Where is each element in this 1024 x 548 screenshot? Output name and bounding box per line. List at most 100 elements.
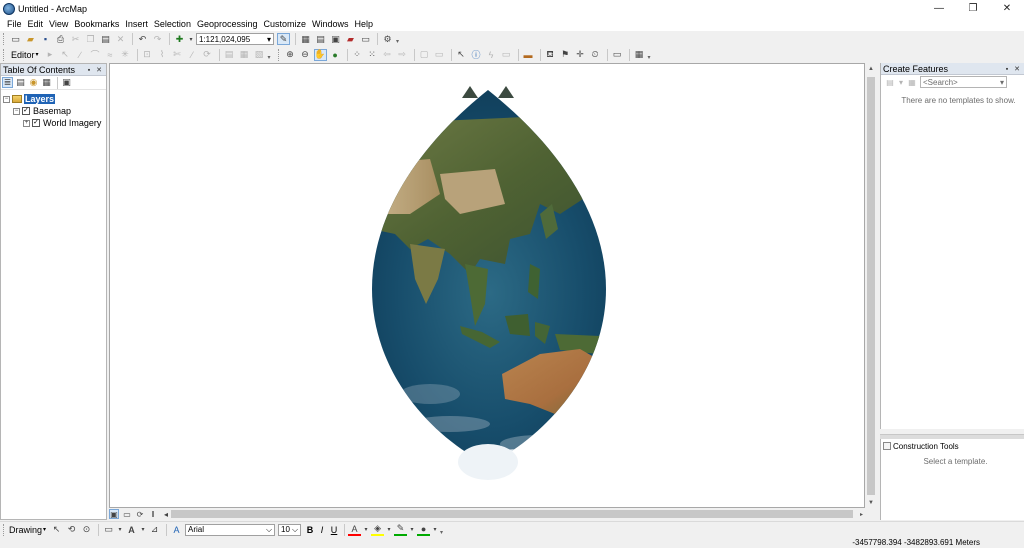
fixed-zoom-in-icon[interactable]: ⁘ bbox=[351, 49, 364, 61]
text-tool-icon[interactable]: A bbox=[125, 524, 138, 536]
horizontal-scroll-thumb[interactable] bbox=[171, 510, 853, 518]
menu-selection[interactable]: Selection bbox=[151, 17, 194, 31]
search-window-icon[interactable]: ▣ bbox=[329, 33, 342, 45]
rotate-icon[interactable]: ⟳ bbox=[201, 49, 214, 61]
modelbuilder-icon[interactable]: ⚙ bbox=[381, 33, 394, 45]
split-icon[interactable]: ⁄ bbox=[186, 49, 199, 61]
scroll-up-icon[interactable]: ▲ bbox=[865, 63, 877, 75]
copy-icon[interactable]: ❐ bbox=[84, 33, 97, 45]
time-slider-icon[interactable]: ⏲ bbox=[589, 49, 602, 61]
scroll-down-icon[interactable]: ▼ bbox=[865, 497, 877, 509]
sketch-properties-icon[interactable]: ▦ bbox=[238, 49, 251, 61]
catalog-icon[interactable]: ▤ bbox=[314, 33, 327, 45]
scroll-right-icon[interactable]: ▸ bbox=[860, 508, 863, 520]
edit-annotation-icon[interactable]: ↖ bbox=[59, 49, 72, 61]
pause-drawing-icon[interactable]: ‖ bbox=[148, 509, 158, 519]
marker-color-dropdown-icon[interactable]: ▾ bbox=[432, 524, 438, 536]
measure-icon[interactable]: ▬ bbox=[522, 49, 535, 61]
identify-icon[interactable]: ⓘ bbox=[470, 49, 483, 61]
select-elements-icon[interactable]: ↖ bbox=[455, 49, 468, 61]
toolbar-gripper[interactable] bbox=[3, 48, 6, 61]
basemap-visibility-checkbox[interactable]: ✓ bbox=[22, 107, 30, 115]
reshape-icon[interactable]: ⌇ bbox=[156, 49, 169, 61]
toolbar-options-icon[interactable]: ▾ bbox=[396, 33, 402, 45]
find-route-icon[interactable]: ⚑ bbox=[559, 49, 572, 61]
cut-icon[interactable]: ✂ bbox=[69, 33, 82, 45]
font-color-dropdown-icon[interactable]: ▾ bbox=[363, 524, 369, 536]
zoom-out-icon[interactable]: ⊖ bbox=[299, 49, 312, 61]
pan-hand-icon[interactable]: ✋ bbox=[313, 48, 327, 61]
menu-edit[interactable]: Edit bbox=[25, 17, 47, 31]
layout-view-icon[interactable]: ▭ bbox=[122, 509, 132, 519]
data-frame-label[interactable]: Layers bbox=[24, 94, 56, 104]
close-button[interactable]: ✕ bbox=[990, 0, 1024, 17]
marker-color-icon[interactable]: ● bbox=[417, 524, 431, 536]
open-folder-icon[interactable]: ▰ bbox=[24, 33, 37, 45]
fill-color-dropdown-icon[interactable]: ▾ bbox=[386, 524, 392, 536]
print-icon[interactable]: ⎙ bbox=[54, 33, 67, 45]
collapse-icon[interactable]: − bbox=[3, 95, 10, 103]
organize-templates-icon[interactable]: ▤ bbox=[885, 77, 895, 87]
add-data-icon[interactable]: ✚ bbox=[173, 33, 186, 45]
new-document-icon[interactable]: ▭ bbox=[9, 33, 22, 45]
font-name-combobox[interactable]: Arial ⌵ bbox=[185, 523, 276, 536]
edit-vertices-icon[interactable]: ⊿ bbox=[148, 524, 161, 536]
html-popup-icon[interactable]: ▭ bbox=[500, 49, 513, 61]
paste-icon[interactable]: ▤ bbox=[99, 33, 112, 45]
find-binoculars-icon[interactable]: ⛾ bbox=[544, 49, 557, 61]
swipe-layer-icon[interactable]: ▦ bbox=[633, 49, 646, 61]
editor-menu-button[interactable]: Editor ▾ bbox=[9, 50, 41, 60]
data-view-icon[interactable]: ▣ bbox=[109, 509, 119, 519]
python-window-icon[interactable]: ▭ bbox=[359, 33, 372, 45]
font-color-icon[interactable]: A bbox=[348, 524, 362, 536]
arctoolbox-icon[interactable]: ▰ bbox=[344, 33, 357, 45]
rotate-element-icon[interactable]: ⟲ bbox=[65, 524, 78, 536]
world-imagery-visibility-checkbox[interactable]: ✓ bbox=[32, 119, 40, 127]
refresh-icon[interactable]: ⟳ bbox=[135, 509, 145, 519]
tree-row-layers[interactable]: − Layers bbox=[3, 93, 104, 105]
minimize-button[interactable]: — bbox=[922, 0, 956, 17]
save-icon[interactable]: ▪ bbox=[39, 33, 52, 45]
toolbar-gripper[interactable] bbox=[3, 33, 6, 45]
list-by-drawing-order-icon[interactable]: ≣ bbox=[2, 77, 13, 88]
attributes-icon[interactable]: ▤ bbox=[223, 49, 236, 61]
select-by-rectangle-icon[interactable]: ▢ bbox=[418, 49, 431, 61]
create-features-icon[interactable]: ▧ bbox=[253, 49, 266, 61]
hyperlink-icon[interactable]: ϟ bbox=[485, 49, 498, 61]
shape-dropdown-icon[interactable]: ▾ bbox=[117, 524, 123, 536]
fixed-zoom-out-icon[interactable]: ⁙ bbox=[366, 49, 379, 61]
pin-close-icon[interactable]: ▪ ✕ bbox=[88, 66, 104, 74]
toc-options-icon[interactable]: ▣ bbox=[61, 77, 72, 88]
template-filter-icon[interactable]: ▾ bbox=[896, 77, 906, 87]
toolbar-gripper[interactable] bbox=[3, 523, 6, 536]
text-dropdown-icon[interactable]: ▾ bbox=[140, 524, 146, 536]
full-extent-icon[interactable]: ● bbox=[329, 49, 342, 61]
italic-button[interactable]: I bbox=[317, 525, 327, 535]
add-data-dropdown-icon[interactable]: ▾ bbox=[188, 33, 194, 45]
line-color-icon[interactable]: ✎ bbox=[394, 523, 408, 536]
go-to-xy-icon[interactable]: ✛ bbox=[574, 49, 587, 61]
menu-windows[interactable]: Windows bbox=[309, 17, 352, 31]
menu-file[interactable]: File bbox=[4, 17, 25, 31]
drawing-menu-button[interactable]: Drawing ▾ bbox=[9, 525, 46, 535]
font-size-combobox[interactable]: 10 ⌵ bbox=[278, 523, 302, 536]
toolbar-gripper[interactable] bbox=[277, 48, 281, 61]
delete-icon[interactable]: ✕ bbox=[114, 33, 127, 45]
redo-icon[interactable]: ↷ bbox=[151, 33, 164, 45]
toolbar-options-icon[interactable]: ▾ bbox=[648, 49, 654, 61]
straight-segment-icon[interactable]: ∕ bbox=[74, 49, 87, 61]
template-properties-icon[interactable]: ▦ bbox=[907, 77, 917, 87]
menu-insert[interactable]: Insert bbox=[122, 17, 151, 31]
tree-row-world-imagery[interactable]: + ✓ World Imagery bbox=[3, 117, 104, 129]
scroll-left-icon[interactable]: ◂ bbox=[161, 509, 171, 519]
list-by-visibility-icon[interactable]: ◉ bbox=[28, 77, 39, 88]
underline-button[interactable]: U bbox=[329, 525, 339, 535]
world-imagery-label[interactable]: World Imagery bbox=[43, 118, 101, 128]
line-color-dropdown-icon[interactable]: ▾ bbox=[409, 524, 415, 536]
template-search-input[interactable]: <Search> ▾ bbox=[920, 76, 1007, 88]
select-elements-icon[interactable]: ↖ bbox=[50, 524, 63, 536]
table-of-contents-icon[interactable]: ▦ bbox=[299, 33, 312, 45]
bold-button[interactable]: B bbox=[305, 525, 315, 535]
menu-view[interactable]: View bbox=[46, 17, 71, 31]
toolbar-options-icon[interactable]: ▾ bbox=[268, 49, 274, 61]
